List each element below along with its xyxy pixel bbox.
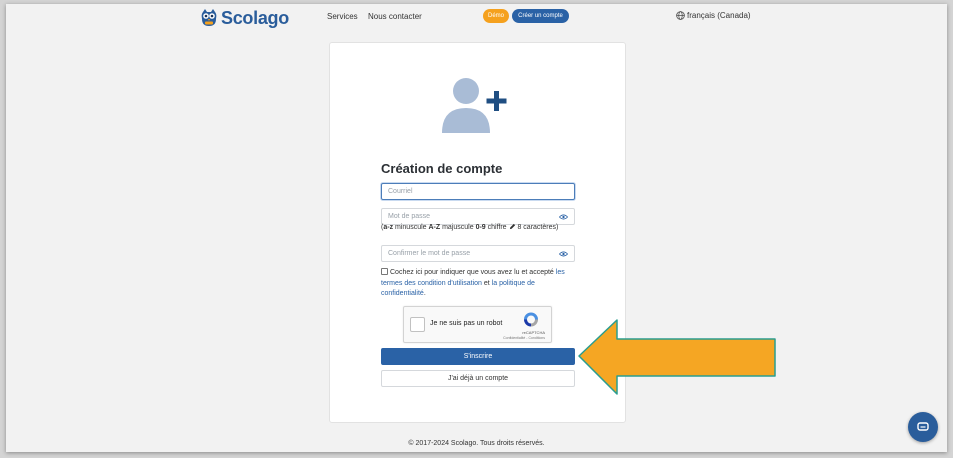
hint-length-label: 8 caractères) [515, 224, 559, 231]
globe-icon [676, 11, 685, 20]
terms-text-and: et [481, 279, 492, 287]
confirm-password-field[interactable]: Confirmer le mot de passe [381, 245, 575, 262]
create-account-button[interactable]: Créer un compte [512, 9, 569, 23]
recaptcha-terms[interactable]: Confidentialité - Conditions [503, 336, 545, 340]
nav-link-services[interactable]: Services [327, 12, 358, 21]
browser-frame: Scolago Services Nous contacter Démo Cré… [6, 4, 947, 452]
confirm-password-placeholder: Confirmer le mot de passe [388, 250, 471, 257]
password-hint: (a-z minuscule A-Z majuscule 0-9 chiffre… [381, 223, 558, 231]
hint-digit: 0-9 [475, 224, 486, 231]
eye-icon[interactable] [559, 251, 568, 257]
recaptcha-checkbox[interactable] [410, 317, 425, 332]
chat-button[interactable] [908, 412, 938, 442]
owl-logo-icon [201, 9, 217, 26]
hint-lower-label: minuscule [393, 224, 429, 231]
footer-copyright: © 2017-2024 Scolago. Tous droits réservé… [408, 440, 545, 447]
eye-icon[interactable] [559, 214, 568, 220]
terms-checkbox[interactable] [381, 268, 388, 275]
hint-lower: a-z [383, 224, 394, 231]
existing-account-button[interactable]: J'ai déjà un compte [381, 370, 575, 387]
logo[interactable]: Scolago [201, 6, 289, 30]
signup-button[interactable]: S'inscrire [381, 348, 575, 365]
demo-button[interactable]: Démo [483, 9, 509, 23]
hint-upper-label: majuscule [440, 224, 476, 231]
pencil-icon [509, 223, 515, 230]
email-field[interactable]: Courriel [381, 183, 575, 200]
nav-link-contact[interactable]: Nous contacter [368, 12, 422, 21]
language-label: français (Canada) [687, 11, 751, 20]
hint-digit-label: chiffre [485, 224, 509, 231]
terms-text-end: . [423, 290, 426, 297]
page-title: Création de compte [381, 161, 503, 176]
chat-icon [917, 422, 929, 431]
annotation-arrow [578, 319, 776, 395]
user-plus-icon [442, 78, 507, 133]
terms-consent: Cochez ici pour indiquer que vous avez l… [381, 268, 575, 300]
hint-upper: A-Z [428, 224, 441, 231]
recaptcha-icon [524, 312, 538, 327]
recaptcha-widget: Je ne suis pas un robot reCAPTCHA Confid… [403, 306, 552, 343]
language-selector[interactable]: français (Canada) [676, 11, 751, 20]
recaptcha-brand: reCAPTCHA [522, 330, 545, 335]
password-placeholder: Mot de passe [388, 213, 431, 220]
email-placeholder: Courriel [388, 188, 413, 195]
logo-text: Scolago [221, 7, 289, 28]
terms-text: Cochez ici pour indiquer que vous avez l… [390, 269, 556, 276]
recaptcha-label: Je ne suis pas un robot [430, 320, 503, 327]
